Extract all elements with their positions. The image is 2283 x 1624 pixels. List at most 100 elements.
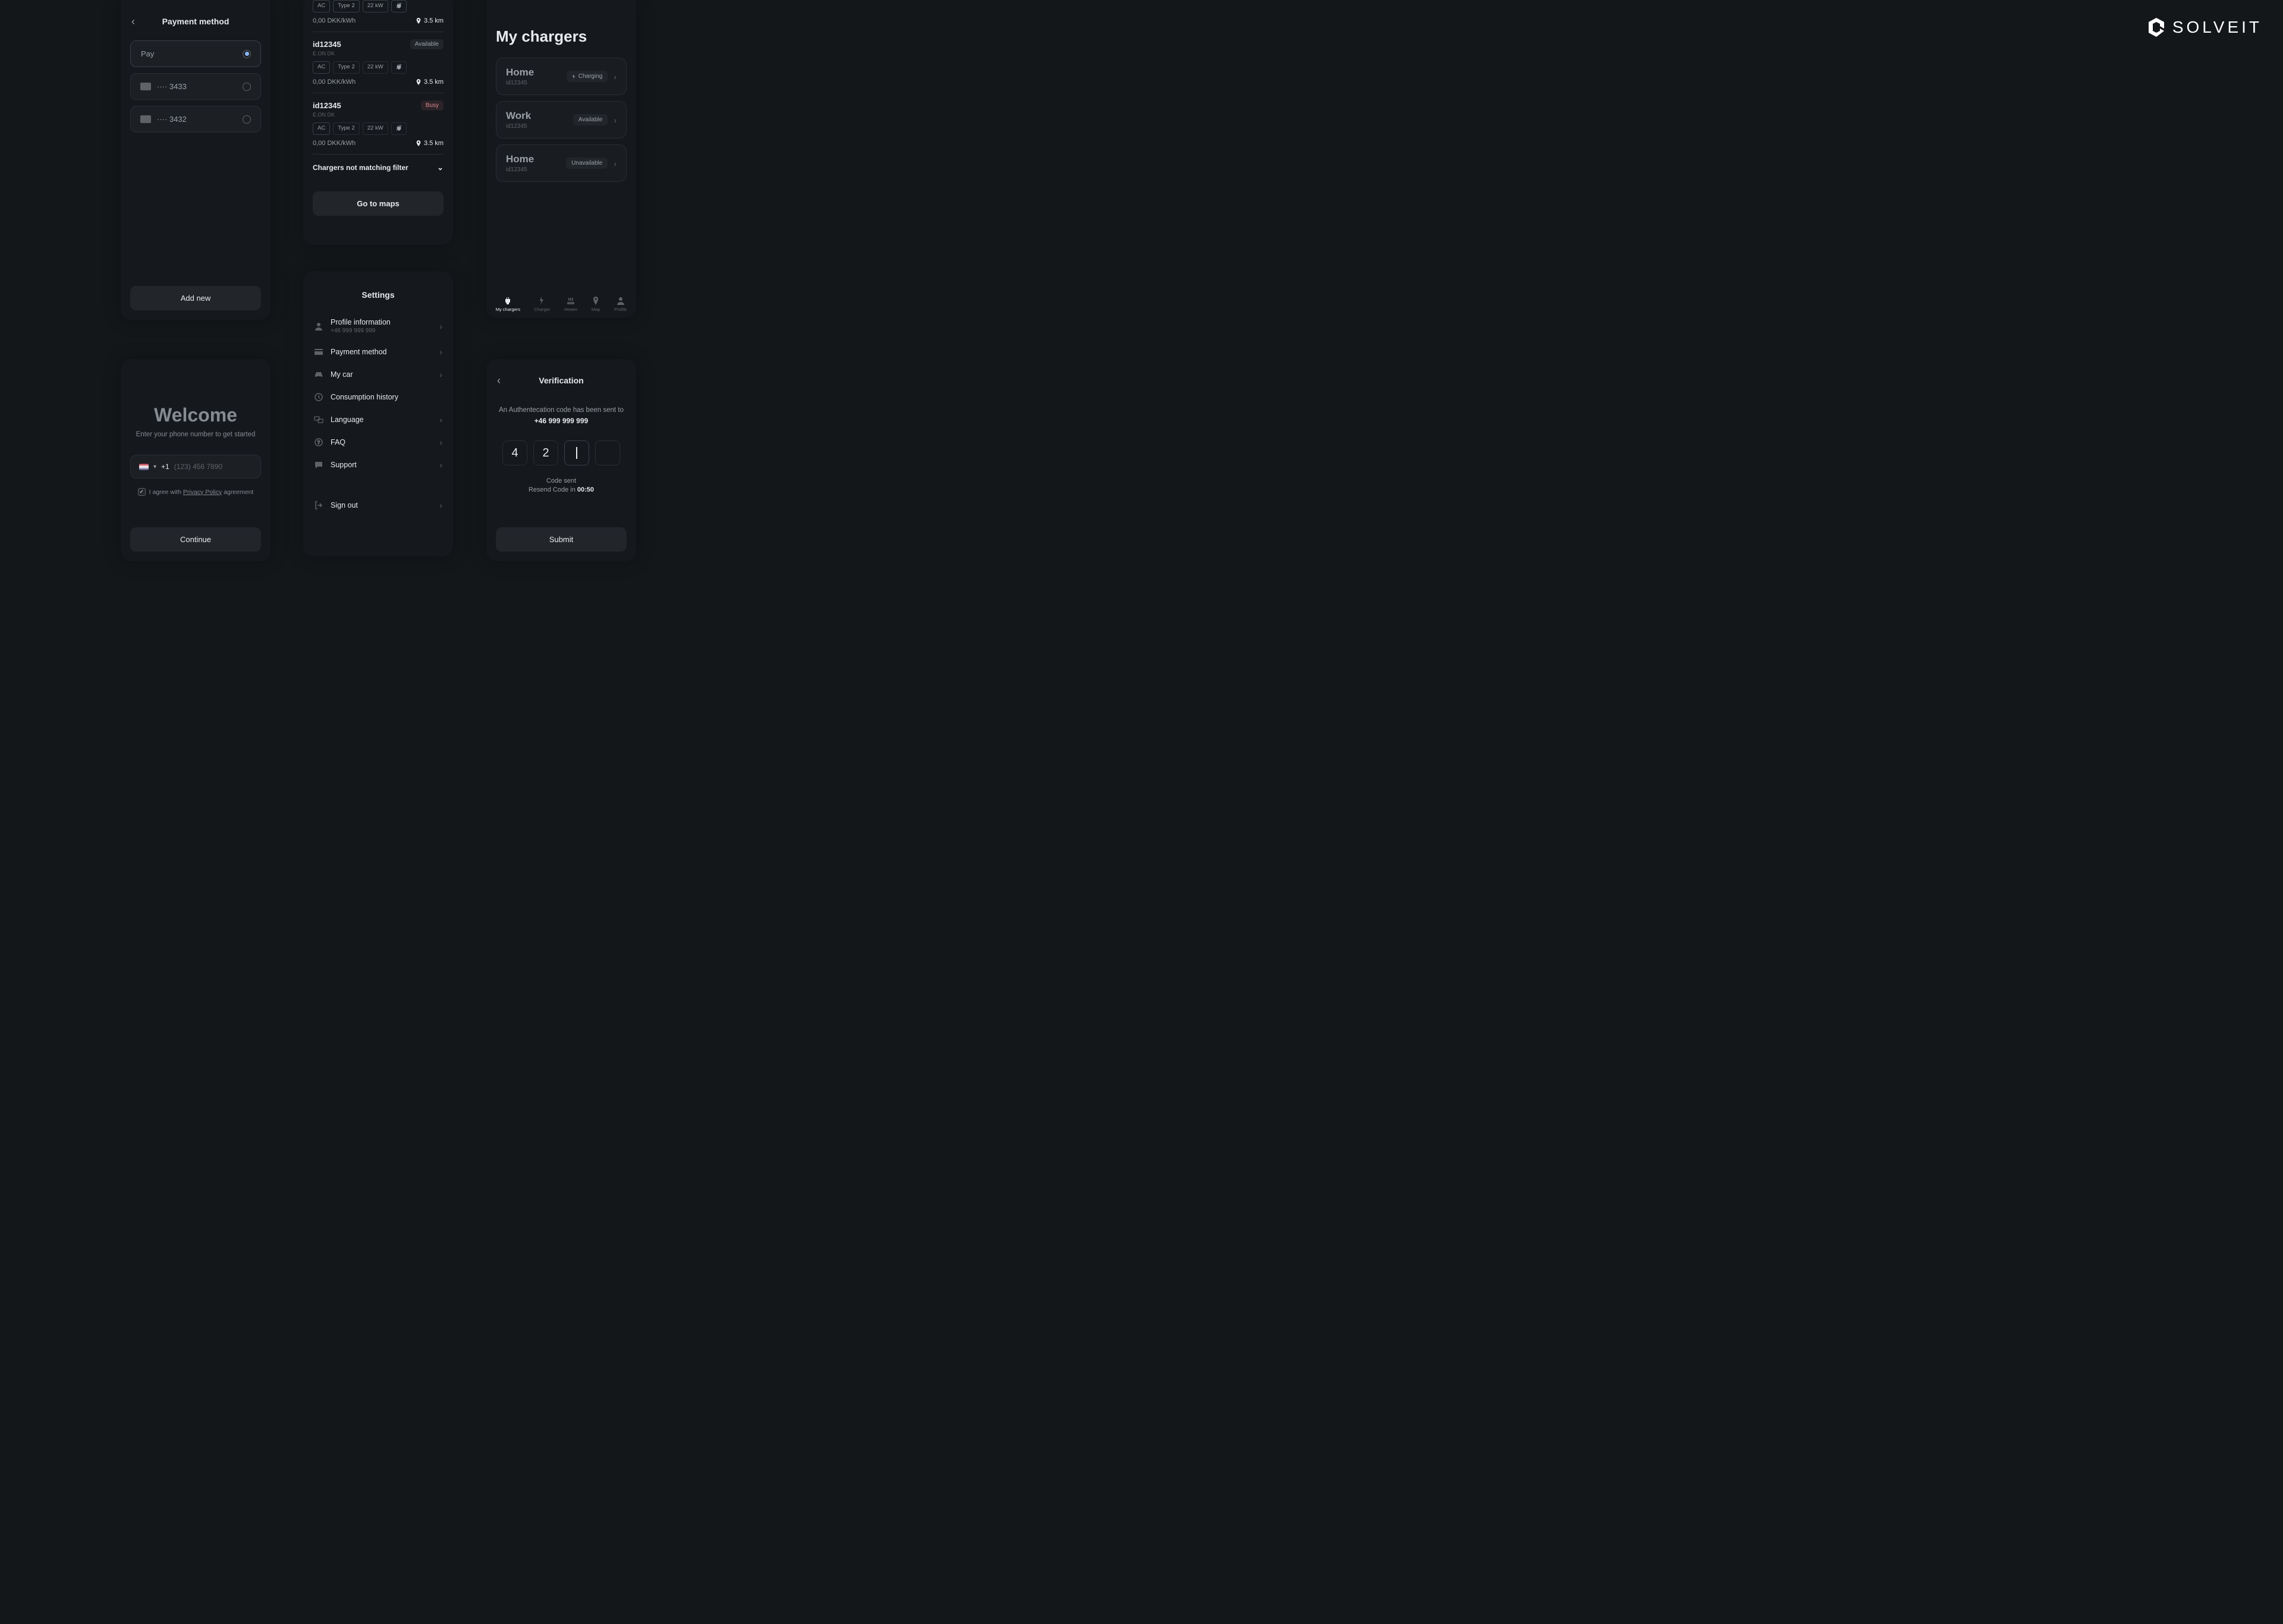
continue-button[interactable]: Continue [130, 527, 261, 552]
logo-icon [2149, 18, 2164, 37]
settings-item-support[interactable]: Support › [313, 454, 444, 476]
nav-charger[interactable]: Charger [534, 297, 550, 312]
country-code: +1 [161, 462, 169, 471]
code-digit[interactable] [595, 440, 620, 465]
chevron-right-icon: › [439, 415, 442, 424]
car-icon [314, 370, 323, 379]
chevron-right-icon: › [439, 370, 442, 379]
code-sent-label: Code sent [496, 477, 627, 484]
help-icon: ? [314, 438, 323, 447]
payment-option-card-2[interactable]: ···· 3432 [130, 106, 261, 133]
svg-text:?: ? [317, 440, 320, 445]
chevron-right-icon: › [439, 438, 442, 447]
card-icon [140, 83, 151, 90]
chevron-right-icon: › [439, 501, 442, 510]
status-badge: Available [410, 39, 444, 49]
history-icon [314, 392, 323, 402]
flag-icon [139, 464, 149, 470]
plug-icon [391, 61, 407, 74]
chevron-right-icon: › [439, 347, 442, 357]
code-input[interactable]: 4 2 [496, 440, 627, 465]
status-badge: Unavailable [566, 158, 608, 169]
add-new-button[interactable]: Add new [130, 286, 261, 310]
user-icon [617, 297, 625, 305]
settings-item-profile[interactable]: Profile information +46 999 999 999 › [313, 311, 444, 341]
mycharger-row[interactable]: Work id12345 Available › [496, 101, 627, 139]
signout-icon [314, 501, 323, 510]
go-to-maps-button[interactable]: Go to maps [313, 191, 444, 216]
chat-icon [314, 460, 323, 470]
card-icon [140, 115, 151, 123]
chevron-right-icon: › [439, 322, 442, 331]
settings-item-signout[interactable]: Sign out › [313, 494, 444, 517]
mycharger-row[interactable]: Home id12345 Unavailable › [496, 144, 627, 182]
payment-option-applepay[interactable]: Pay [130, 40, 261, 67]
pin-icon [592, 297, 600, 305]
submit-button[interactable]: Submit [496, 527, 627, 552]
welcome-screen: Welcome Enter your phone number to get s… [121, 359, 271, 561]
privacy-checkbox[interactable] [138, 488, 146, 496]
nav-profile[interactable]: Profile [614, 297, 627, 312]
charger-row[interactable]: id12345 Available E.ON DK AC Type 2 22 k… [313, 32, 444, 93]
settings-item-consumption[interactable]: Consumption history [313, 386, 444, 408]
page-title: Verification [539, 376, 583, 385]
chevron-right-icon: › [614, 72, 617, 81]
back-icon[interactable]: ‹ [131, 15, 135, 28]
code-digit[interactable] [564, 440, 589, 465]
chevron-right-icon: › [614, 115, 617, 125]
pin-icon [416, 79, 422, 85]
verification-screen: ‹ Verification An Authentecation code ha… [486, 359, 636, 561]
bottom-nav: My chargers Charger Heater Map Profile [486, 291, 636, 318]
page-title: Payment method [162, 17, 229, 26]
phone-input[interactable]: ▾ +1 (123) 456 7890 [130, 455, 261, 479]
nav-mychargers[interactable]: My chargers [496, 297, 520, 312]
chevron-down-icon: ⌄ [437, 163, 444, 172]
status-badge: Charging [567, 71, 608, 82]
logo-text: SOLVEIT [2172, 18, 2262, 37]
settings-item-mycar[interactable]: My car › [313, 363, 444, 386]
bolt-icon [538, 297, 546, 305]
privacy-agreement: I agree with Privacy Policy agreement [130, 488, 261, 496]
resend-label: Resend Code in 00:50 [496, 486, 627, 493]
payment-screen: ‹ Payment method Pay ···· 3433 ···· 3432… [121, 0, 271, 320]
settings-item-language[interactable]: Language › [313, 408, 444, 431]
mychargers-screen: My chargers Home id12345 Charging › Work… [486, 0, 636, 318]
mycharger-row[interactable]: Home id12345 Charging › [496, 58, 627, 95]
radio-icon [243, 83, 251, 91]
language-icon [314, 415, 323, 424]
verification-phone: +46 999 999 999 [496, 417, 627, 425]
brand-logo: SOLVEIT [2149, 18, 2262, 37]
chevron-right-icon: › [614, 159, 617, 168]
nav-heater[interactable]: Heater [564, 297, 578, 312]
nav-map[interactable]: Map [592, 297, 600, 312]
charger-row[interactable]: id12345 Busy E.ON DK AC Type 2 22 kW 0,0… [313, 93, 444, 154]
heater-icon [567, 297, 575, 305]
payment-option-card-1[interactable]: ···· 3433 [130, 73, 261, 100]
chevron-right-icon: › [439, 460, 442, 470]
chargers-list-screen: AC Type 2 22 kW 0,00 DKK/kWh 3.5 km id12… [303, 0, 453, 245]
code-digit[interactable]: 4 [502, 440, 527, 465]
pin-icon [416, 18, 422, 24]
card-icon [314, 347, 323, 357]
unmatching-filter-toggle[interactable]: Chargers not matching filter ⌄ [313, 154, 444, 181]
settings-item-faq[interactable]: ? FAQ › [313, 431, 444, 454]
radio-icon [243, 115, 251, 124]
settings-item-payment[interactable]: Payment method › [313, 341, 444, 363]
plug-icon [391, 122, 407, 135]
plug-icon [504, 297, 512, 305]
phone-placeholder: (123) 456 7890 [174, 462, 222, 471]
charger-row[interactable]: AC Type 2 22 kW 0,00 DKK/kWh 3.5 km [313, 0, 444, 32]
plug-icon [391, 0, 407, 12]
welcome-subtitle: Enter your phone number to get started [130, 431, 261, 438]
bolt-icon [572, 74, 577, 79]
page-title: Settings [313, 290, 444, 300]
pin-icon [416, 140, 422, 146]
page-title: My chargers [496, 27, 627, 46]
privacy-link[interactable]: Privacy Policy [183, 489, 222, 496]
welcome-title: Welcome [130, 404, 261, 426]
chevron-down-icon[interactable]: ▾ [153, 464, 156, 470]
verification-description: An Authentecation code has been sent to [496, 407, 627, 414]
back-icon[interactable]: ‹ [497, 374, 501, 387]
code-digit[interactable]: 2 [533, 440, 558, 465]
radio-icon [243, 50, 251, 58]
